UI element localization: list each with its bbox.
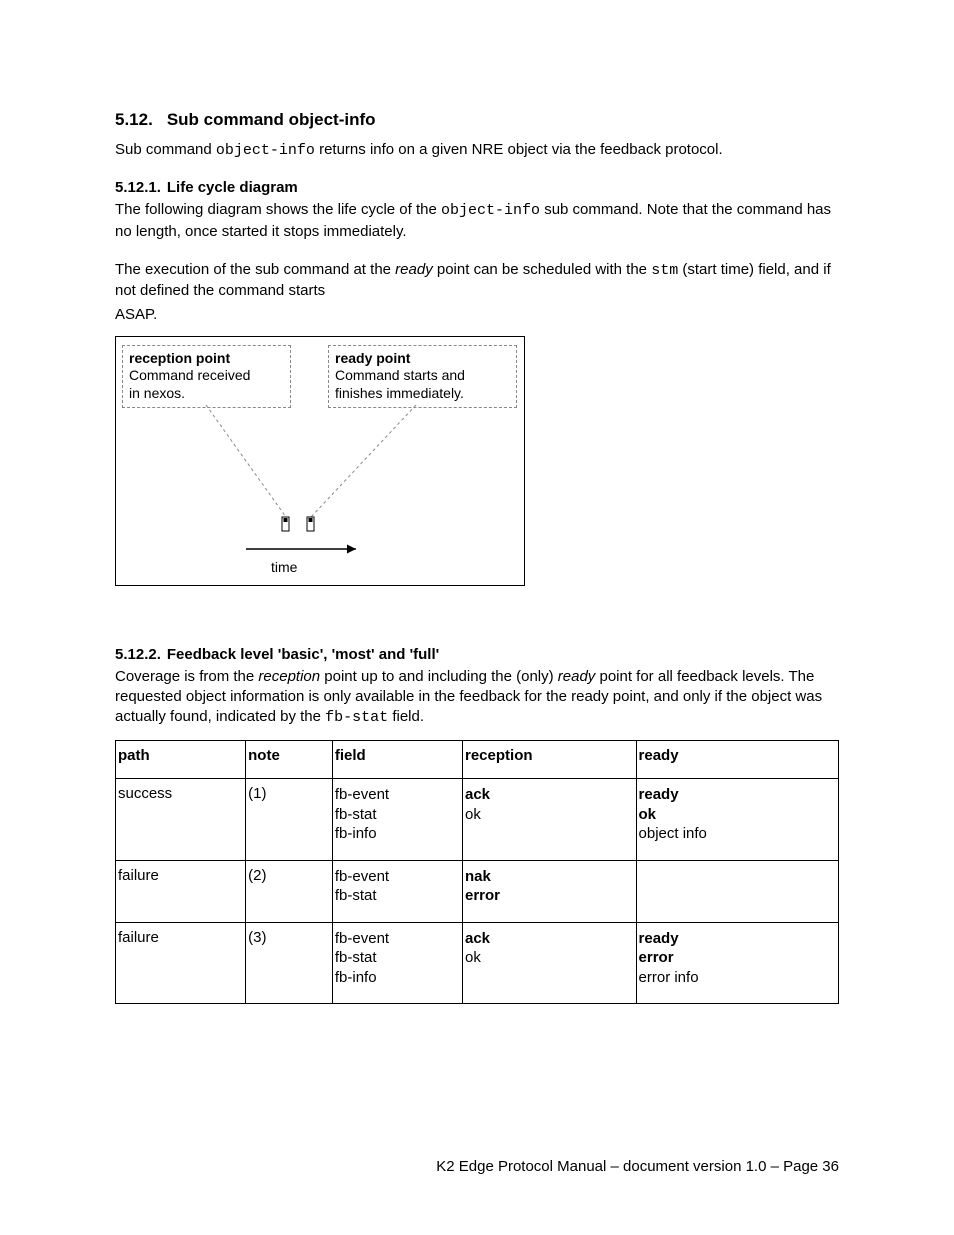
text: field. <box>388 708 424 725</box>
table-cell: failure <box>116 922 246 1004</box>
text: point can be scheduled with the <box>433 261 651 278</box>
cell-line: nak <box>465 867 634 887</box>
cell-line: ok <box>465 805 634 825</box>
table-cell: success <box>116 779 246 861</box>
table-cell: readyerrorerror info <box>636 922 838 1004</box>
intro-pre: Sub command <box>115 141 216 158</box>
th-reception: reception <box>463 741 637 779</box>
th-note: note <box>246 741 333 779</box>
cell-line: error <box>465 886 634 906</box>
code: stm <box>651 262 678 279</box>
subsection-2-number: 5.12.2. <box>115 646 161 663</box>
table-cell: nakerror <box>463 860 637 922</box>
text: The execution of the sub command at the <box>115 261 395 278</box>
th-field: field <box>332 741 462 779</box>
cell-line: ack <box>465 929 634 949</box>
subsection-1-title: Life cycle diagram <box>167 179 298 196</box>
table-cell: (1) <box>246 779 333 861</box>
emph: ready <box>558 668 596 685</box>
text: point up to and including the (only) <box>320 668 558 685</box>
sub1-para1: The following diagram shows the life cyc… <box>115 200 839 242</box>
section-heading: 5.12. Sub command object-info <box>115 110 839 130</box>
table-header-row: path note field reception ready <box>116 741 839 779</box>
diagram-box-ready: ready point Command starts and finishes … <box>328 345 517 409</box>
emph: ready <box>395 261 433 278</box>
code: object-info <box>441 202 540 219</box>
cell-line: ack <box>465 785 634 805</box>
cell-line: ok <box>465 948 634 968</box>
cell-line: fb-event <box>335 867 460 887</box>
th-ready: ready <box>636 741 838 779</box>
cell-line: fb-stat <box>335 805 460 825</box>
intro-post: returns info on a given NRE object via t… <box>315 141 723 158</box>
cell-line: fb-event <box>335 929 460 949</box>
feedback-table: path note field reception ready success(… <box>115 740 839 1004</box>
table-cell: fb-eventfb-statfb-info <box>332 922 462 1004</box>
emph: reception <box>258 668 320 685</box>
subsection-1-heading: 5.12.1. Life cycle diagram <box>115 179 839 196</box>
table-row: failure(3)fb-eventfb-statfb-infoackokrea… <box>116 922 839 1004</box>
th-path: path <box>116 741 246 779</box>
cell-line: fb-stat <box>335 948 460 968</box>
lifecycle-diagram: reception point Command received in nexo… <box>115 336 525 586</box>
table-cell <box>636 860 838 922</box>
cell-line: object info <box>639 824 836 844</box>
box-line: Command starts and <box>335 367 465 383</box>
table-row: failure(2)fb-eventfb-statnakerror <box>116 860 839 922</box>
sub2-para1: Coverage is from the reception point up … <box>115 667 839 729</box>
cell-line: ready <box>639 785 836 805</box>
box-title: ready point <box>335 350 410 366</box>
table-cell: ackok <box>463 779 637 861</box>
cell-line: ok <box>639 805 836 825</box>
cell-line: fb-info <box>335 968 460 988</box>
box-line: Command received <box>129 367 250 383</box>
section-title: Sub command object-info <box>167 110 376 129</box>
cell-line: fb-event <box>335 785 460 805</box>
table-cell: fb-eventfb-stat <box>332 860 462 922</box>
cell-line: fb-stat <box>335 886 460 906</box>
cell-line: error <box>639 948 836 968</box>
intro-code: object-info <box>216 142 315 159</box>
box-line: finishes immediately. <box>335 385 464 401</box>
text: Coverage is from the <box>115 668 258 685</box>
section-number: 5.12. <box>115 110 153 129</box>
diagram-box-reception: reception point Command received in nexo… <box>122 345 291 409</box>
table-cell: readyokobject info <box>636 779 838 861</box>
cell-line: error info <box>639 968 836 988</box>
subsection-1-number: 5.12.1. <box>115 179 161 196</box>
intro-paragraph: Sub command object-info returns info on … <box>115 140 839 161</box>
box-title: reception point <box>129 350 230 366</box>
cell-line: fb-info <box>335 824 460 844</box>
sub1-para2b: ASAP. <box>115 305 839 325</box>
subsection-2-title: Feedback level 'basic', 'most' and 'full… <box>167 646 439 663</box>
page-footer: K2 Edge Protocol Manual – document versi… <box>436 1158 839 1175</box>
box-line: in nexos. <box>129 385 185 401</box>
code: fb-stat <box>325 709 388 726</box>
cell-line: ready <box>639 929 836 949</box>
table-cell: (3) <box>246 922 333 1004</box>
sub1-para2: The execution of the sub command at the … <box>115 260 839 302</box>
table-cell: failure <box>116 860 246 922</box>
table-cell: (2) <box>246 860 333 922</box>
subsection-2-heading: 5.12.2. Feedback level 'basic', 'most' an… <box>115 646 839 663</box>
table-cell: fb-eventfb-statfb-info <box>332 779 462 861</box>
table-row: success(1)fb-eventfb-statfb-infoackokrea… <box>116 779 839 861</box>
text: The following diagram shows the life cyc… <box>115 201 441 218</box>
time-label: time <box>271 559 297 575</box>
table-cell: ackok <box>463 922 637 1004</box>
